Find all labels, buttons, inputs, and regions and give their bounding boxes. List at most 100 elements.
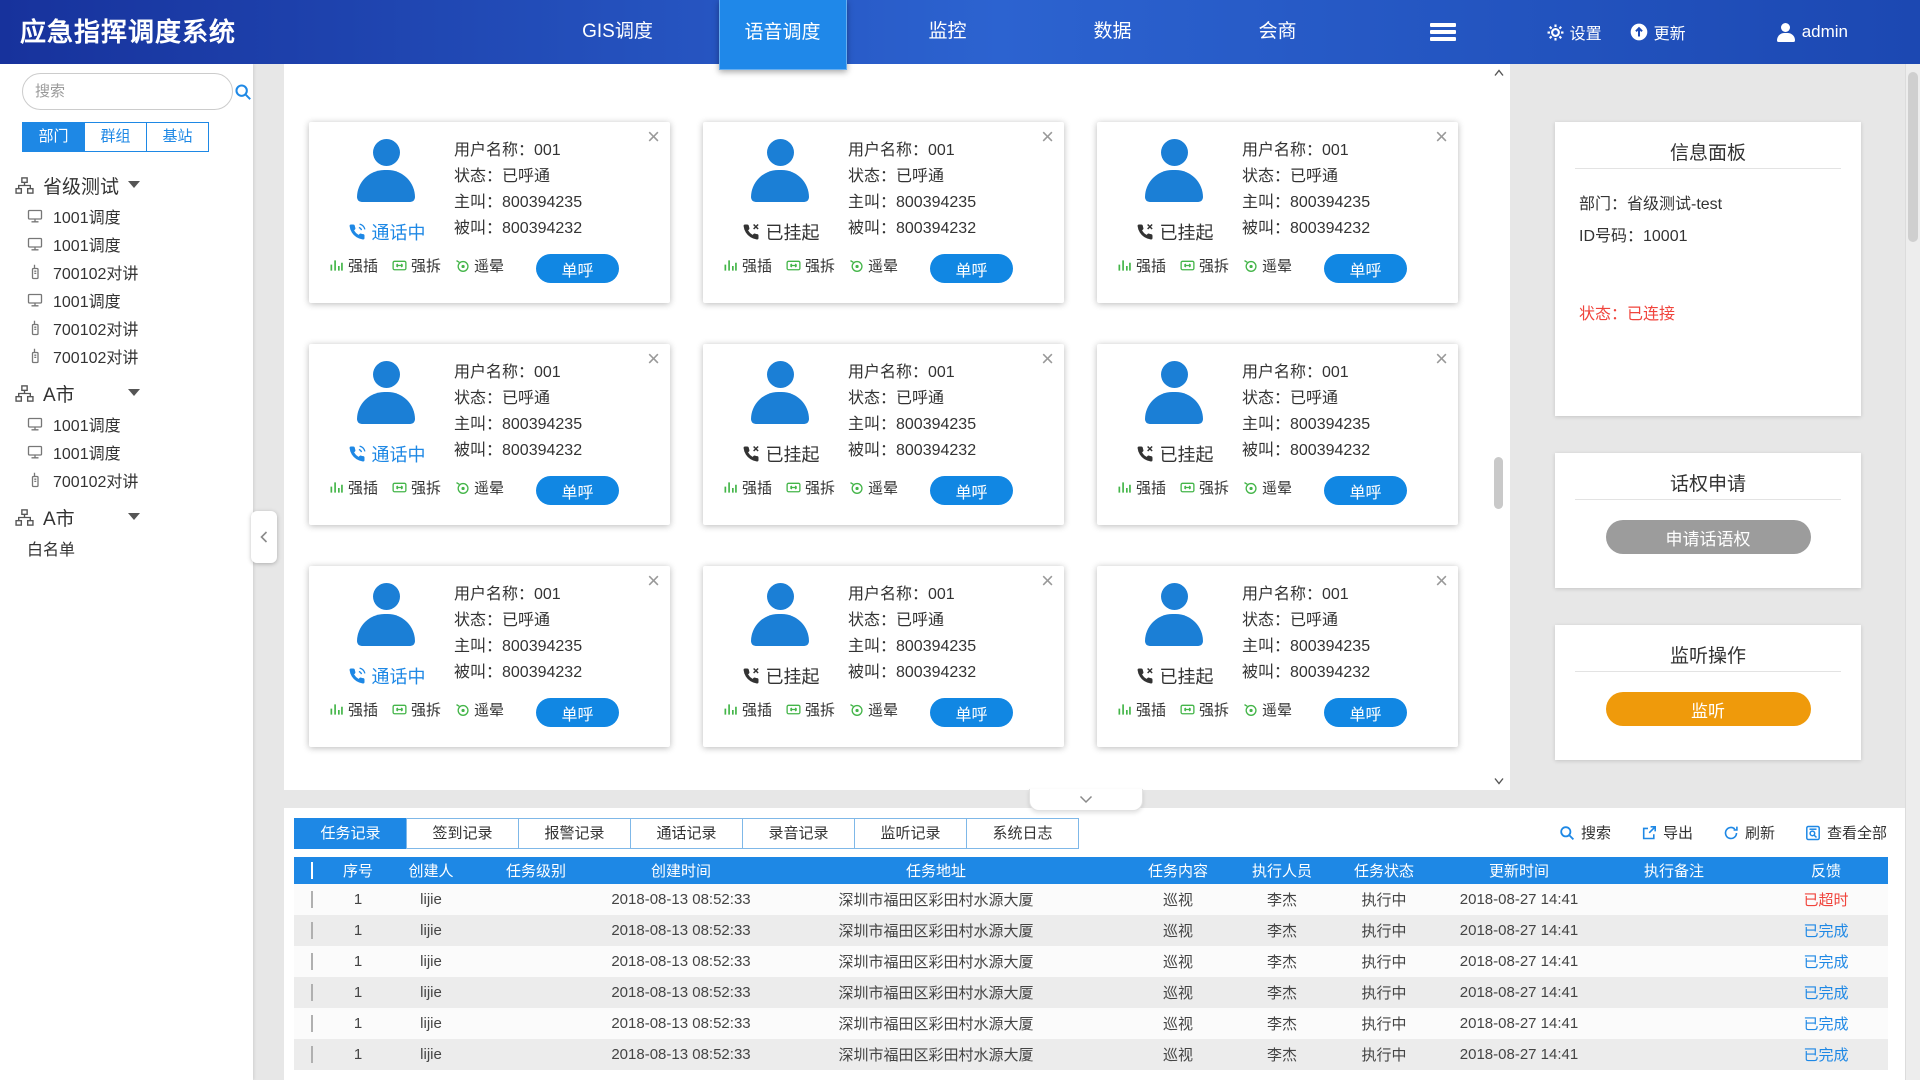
tree-group-header[interactable]: A市	[15, 376, 185, 410]
force-release-button[interactable]: 强拆	[786, 699, 835, 720]
single-call-button[interactable]: 单呼	[1324, 476, 1407, 505]
search-input[interactable]	[35, 83, 234, 100]
force-insert-button[interactable]: 强插	[329, 255, 378, 276]
tree-item[interactable]: 1001调度	[15, 410, 245, 438]
remote-stun-button[interactable]: 遥晕	[455, 699, 504, 720]
single-call-button[interactable]: 单呼	[536, 476, 619, 505]
cell-feedback[interactable]: 已超时	[1764, 889, 1888, 910]
nav-item-gis[interactable]: GIS调度	[535, 0, 700, 64]
force-insert-button[interactable]: 强插	[723, 255, 772, 276]
tab-alarm-records[interactable]: 报警记录	[518, 818, 631, 849]
tree-item[interactable]: 1001调度	[15, 438, 245, 466]
remote-stun-button[interactable]: 遥晕	[849, 255, 898, 276]
tab-base-station[interactable]: 基站	[146, 122, 209, 152]
close-icon[interactable]: ×	[647, 126, 660, 148]
single-call-button[interactable]: 单呼	[1324, 698, 1407, 727]
close-icon[interactable]: ×	[1041, 348, 1054, 370]
search-icon[interactable]	[234, 83, 252, 101]
table-row[interactable]: 1 lijie 2018-08-13 08:52:33 深圳市福田区彩田村水源大…	[294, 884, 1888, 915]
tree-item[interactable]: 1001调度	[15, 202, 245, 230]
single-call-button[interactable]: 单呼	[930, 476, 1013, 505]
single-call-button[interactable]: 单呼	[1324, 254, 1407, 283]
cell-feedback[interactable]: 已完成	[1764, 982, 1888, 1003]
tree-item[interactable]: 1001调度	[15, 286, 245, 314]
panel-scrollbar[interactable]	[1491, 66, 1507, 788]
remote-stun-button[interactable]: 遥晕	[1243, 255, 1292, 276]
force-insert-button[interactable]: 强插	[1117, 255, 1166, 276]
force-release-button[interactable]: 强拆	[392, 699, 441, 720]
remote-stun-button[interactable]: 遥晕	[849, 699, 898, 720]
scrollbar-thumb[interactable]	[1494, 457, 1503, 509]
tree-item[interactable]: 700102对讲	[15, 466, 245, 494]
force-insert-button[interactable]: 强插	[1117, 699, 1166, 720]
page-scrollbar[interactable]	[1905, 64, 1920, 1080]
single-call-button[interactable]: 单呼	[930, 698, 1013, 727]
row-checkbox[interactable]	[311, 953, 313, 970]
force-release-button[interactable]: 强拆	[786, 477, 835, 498]
force-insert-button[interactable]: 强插	[723, 477, 772, 498]
tab-system-logs[interactable]: 系统日志	[966, 818, 1079, 849]
panel-expand-toggle[interactable]	[1029, 789, 1143, 811]
tab-monitor-records[interactable]: 监听记录	[854, 818, 967, 849]
tree-item[interactable]: 1001调度	[15, 230, 245, 258]
table-row[interactable]: 1 lijie 2018-08-13 08:52:33 深圳市福田区彩田村水源大…	[294, 946, 1888, 977]
tab-call-records[interactable]: 通话记录	[630, 818, 743, 849]
nav-item-voice-dispatch[interactable]: 语音调度	[719, 0, 847, 70]
nav-item-conference[interactable]: 会商	[1195, 0, 1360, 64]
cell-feedback[interactable]: 已完成	[1764, 920, 1888, 941]
close-icon[interactable]: ×	[1435, 348, 1448, 370]
table-refresh-button[interactable]: 刷新	[1723, 822, 1775, 843]
tab-department[interactable]: 部门	[22, 122, 85, 152]
user-menu[interactable]: admin	[1776, 22, 1848, 42]
tab-recording-records[interactable]: 录音记录	[742, 818, 855, 849]
force-release-button[interactable]: 强拆	[1180, 255, 1229, 276]
select-all-checkbox[interactable]	[311, 862, 313, 879]
remote-stun-button[interactable]: 遥晕	[1243, 477, 1292, 498]
tab-checkin-records[interactable]: 签到记录	[406, 818, 519, 849]
single-call-button[interactable]: 单呼	[930, 254, 1013, 283]
scroll-up-icon[interactable]	[1494, 69, 1504, 77]
tree-item[interactable]: 700102对讲	[15, 314, 245, 342]
close-icon[interactable]: ×	[1041, 570, 1054, 592]
tree-group-header[interactable]: 省级测试	[15, 168, 185, 202]
remote-stun-button[interactable]: 遥晕	[849, 477, 898, 498]
close-icon[interactable]: ×	[1041, 126, 1054, 148]
force-insert-button[interactable]: 强插	[329, 477, 378, 498]
caret-down-icon[interactable]	[128, 181, 140, 188]
remote-stun-button[interactable]: 遥晕	[455, 255, 504, 276]
view-all-button[interactable]: 查看全部	[1805, 822, 1887, 843]
cell-feedback[interactable]: 已完成	[1764, 1013, 1888, 1034]
force-insert-button[interactable]: 强插	[329, 699, 378, 720]
force-release-button[interactable]: 强拆	[1180, 699, 1229, 720]
single-call-button[interactable]: 单呼	[536, 254, 619, 283]
hamburger-menu-icon[interactable]	[1430, 19, 1456, 45]
tab-task-records[interactable]: 任务记录	[294, 818, 407, 849]
update-button[interactable]: 更新	[1630, 20, 1686, 44]
force-release-button[interactable]: 强拆	[786, 255, 835, 276]
force-insert-button[interactable]: 强插	[1117, 477, 1166, 498]
row-checkbox[interactable]	[311, 1046, 313, 1063]
table-search-button[interactable]: 搜索	[1559, 822, 1611, 843]
remote-stun-button[interactable]: 遥晕	[455, 477, 504, 498]
apply-talk-permission-button[interactable]: 申请话语权	[1606, 520, 1811, 554]
row-checkbox[interactable]	[311, 984, 313, 1001]
force-insert-button[interactable]: 强插	[723, 699, 772, 720]
table-row[interactable]: 1 lijie 2018-08-13 08:52:33 深圳市福田区彩田村水源大…	[294, 1008, 1888, 1039]
close-icon[interactable]: ×	[1435, 126, 1448, 148]
sidebar-collapse-handle[interactable]	[251, 511, 277, 563]
tree-item[interactable]: 700102对讲	[15, 258, 245, 286]
table-row[interactable]: 1 lijie 2018-08-13 08:52:33 深圳市福田区彩田村水源大…	[294, 915, 1888, 946]
close-icon[interactable]: ×	[647, 570, 660, 592]
force-release-button[interactable]: 强拆	[392, 255, 441, 276]
table-row[interactable]: 1 lijie 2018-08-13 08:52:33 深圳市福田区彩田村水源大…	[294, 977, 1888, 1008]
monitor-button[interactable]: 监听	[1606, 692, 1811, 726]
tree-item[interactable]: 白名单	[15, 534, 245, 562]
row-checkbox[interactable]	[311, 1015, 313, 1032]
force-release-button[interactable]: 强拆	[392, 477, 441, 498]
table-export-button[interactable]: 导出	[1641, 822, 1693, 843]
tab-group[interactable]: 群组	[84, 122, 147, 152]
nav-item-data[interactable]: 数据	[1030, 0, 1195, 64]
remote-stun-button[interactable]: 遥晕	[1243, 699, 1292, 720]
force-release-button[interactable]: 强拆	[1180, 477, 1229, 498]
close-icon[interactable]: ×	[1435, 570, 1448, 592]
